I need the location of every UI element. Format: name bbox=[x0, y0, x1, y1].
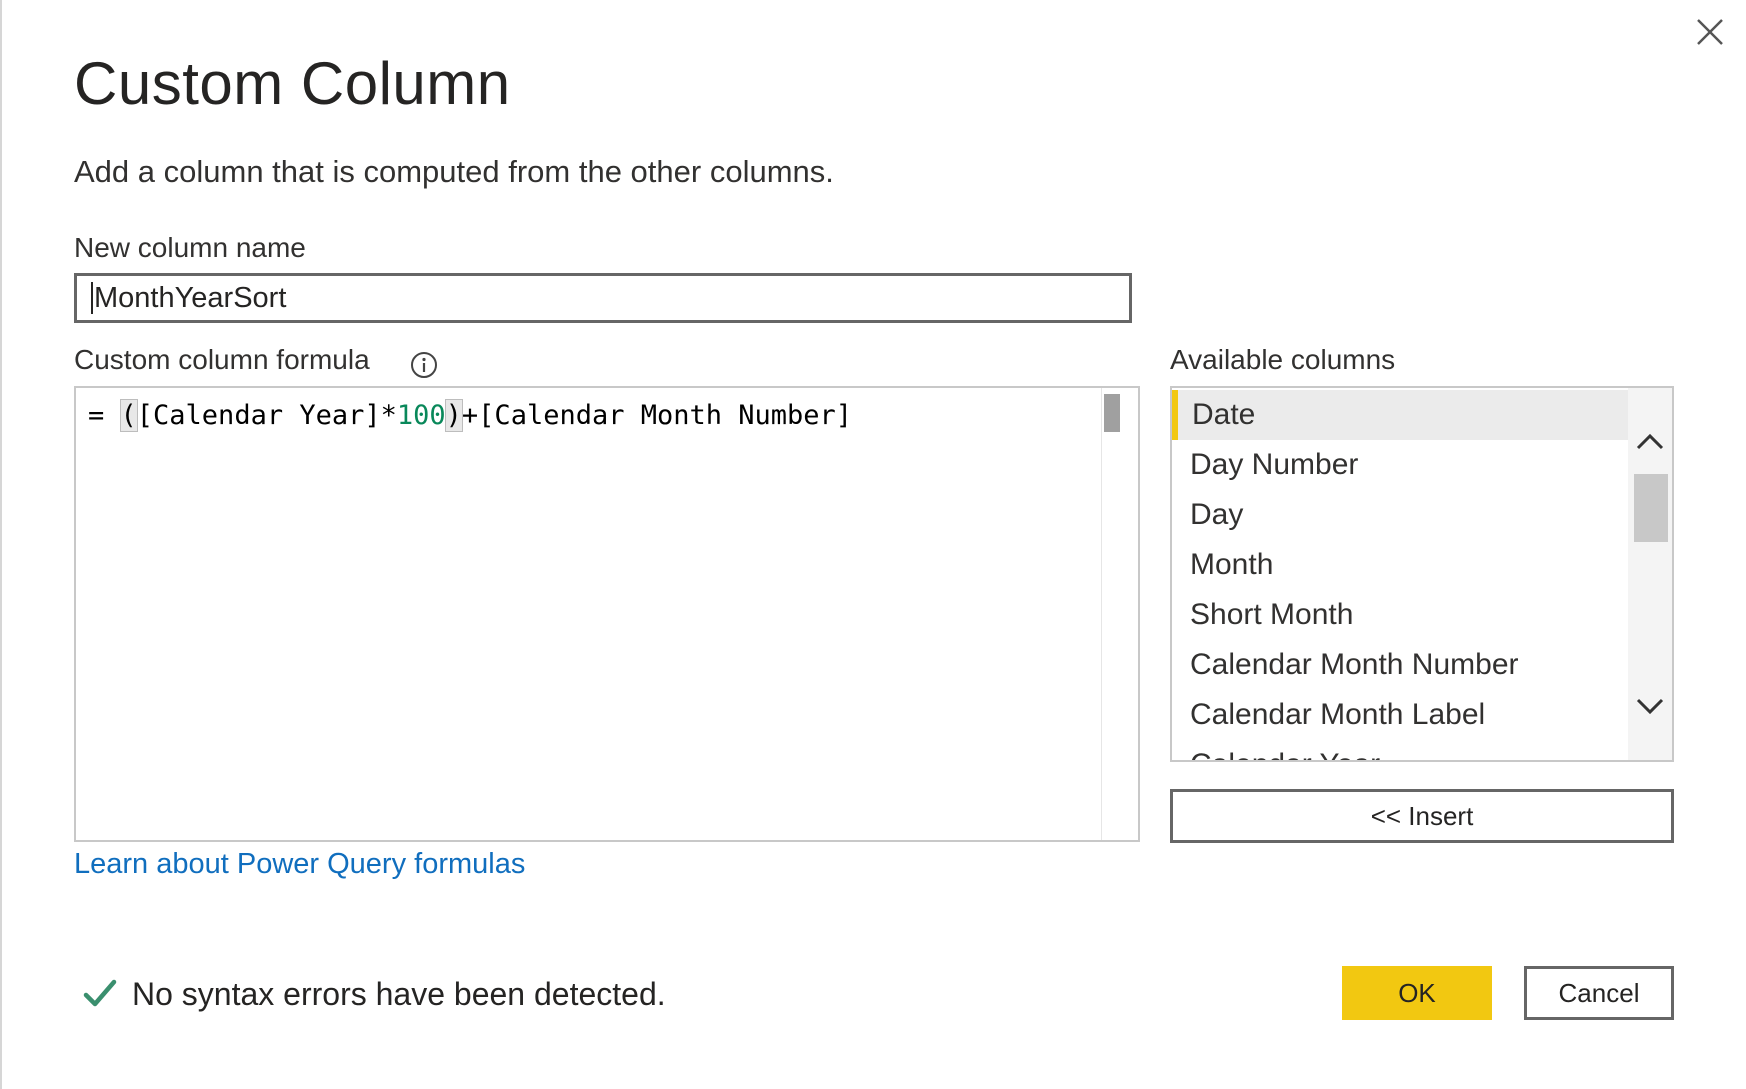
formula-scrollbar[interactable] bbox=[1101, 388, 1138, 840]
ok-button[interactable]: OK bbox=[1342, 966, 1492, 1020]
info-icon-glyph bbox=[411, 352, 437, 378]
column-item-day-number[interactable]: Day Number bbox=[1172, 440, 1630, 490]
close-button[interactable] bbox=[1690, 12, 1730, 52]
formula-number: 100 bbox=[396, 400, 446, 431]
insert-button[interactable]: << Insert bbox=[1170, 789, 1674, 843]
new-column-name-label: New column name bbox=[74, 232, 306, 263]
column-item-month[interactable]: Month bbox=[1172, 540, 1630, 590]
columns-scrollbar-thumb[interactable] bbox=[1634, 474, 1668, 542]
chevron-down-icon bbox=[1636, 698, 1664, 715]
close-icon bbox=[1697, 19, 1723, 45]
check-icon bbox=[82, 976, 118, 1012]
column-item-date[interactable]: Date bbox=[1172, 390, 1630, 440]
columns-scrollbar[interactable] bbox=[1628, 388, 1672, 760]
new-column-name-value: MonthYearSort bbox=[94, 282, 287, 314]
dialog-subtitle: Add a column that is computed from the o… bbox=[74, 154, 834, 189]
custom-column-formula-label: Custom column formula bbox=[74, 344, 370, 375]
formula-part2: +[Calendar Month Number] bbox=[461, 400, 853, 431]
dialog-title: Custom Column bbox=[74, 50, 511, 117]
scroll-down-button[interactable] bbox=[1634, 690, 1666, 722]
chevron-up-icon bbox=[1636, 433, 1664, 450]
formula-prefix: = bbox=[88, 400, 121, 431]
formula-part1: [Calendar Year]* bbox=[136, 400, 397, 431]
formula-scrollbar-thumb[interactable] bbox=[1104, 394, 1120, 432]
cancel-button[interactable]: Cancel bbox=[1524, 966, 1674, 1020]
new-column-name-input[interactable]: MonthYearSort bbox=[74, 273, 1132, 323]
available-columns-list[interactable]: Date Day Number Day Month Short Month Ca… bbox=[1170, 386, 1674, 762]
formula-close-paren: ) bbox=[444, 399, 463, 432]
syntax-status-text: No syntax errors have been detected. bbox=[132, 976, 666, 1012]
dialog-left-border bbox=[0, 0, 2, 1089]
formula-editor[interactable]: = ([Calendar Year]*100)+[Calendar Month … bbox=[74, 386, 1140, 842]
info-icon[interactable] bbox=[410, 351, 438, 379]
column-item-day[interactable]: Day bbox=[1172, 490, 1630, 540]
column-item-calendar-year[interactable]: Calendar Year bbox=[1172, 740, 1630, 760]
formula-open-paren: ( bbox=[119, 399, 138, 432]
learn-power-query-link[interactable]: Learn about Power Query formulas bbox=[74, 848, 525, 881]
text-caret bbox=[91, 282, 93, 314]
column-item-calendar-month-label[interactable]: Calendar Month Label bbox=[1172, 690, 1630, 740]
column-item-calendar-month-number[interactable]: Calendar Month Number bbox=[1172, 640, 1630, 690]
formula-text[interactable]: = ([Calendar Year]*100)+[Calendar Month … bbox=[88, 396, 852, 436]
available-columns-label: Available columns bbox=[1170, 344, 1396, 375]
column-item-short-month[interactable]: Short Month bbox=[1172, 590, 1630, 640]
scroll-up-button[interactable] bbox=[1634, 426, 1666, 458]
